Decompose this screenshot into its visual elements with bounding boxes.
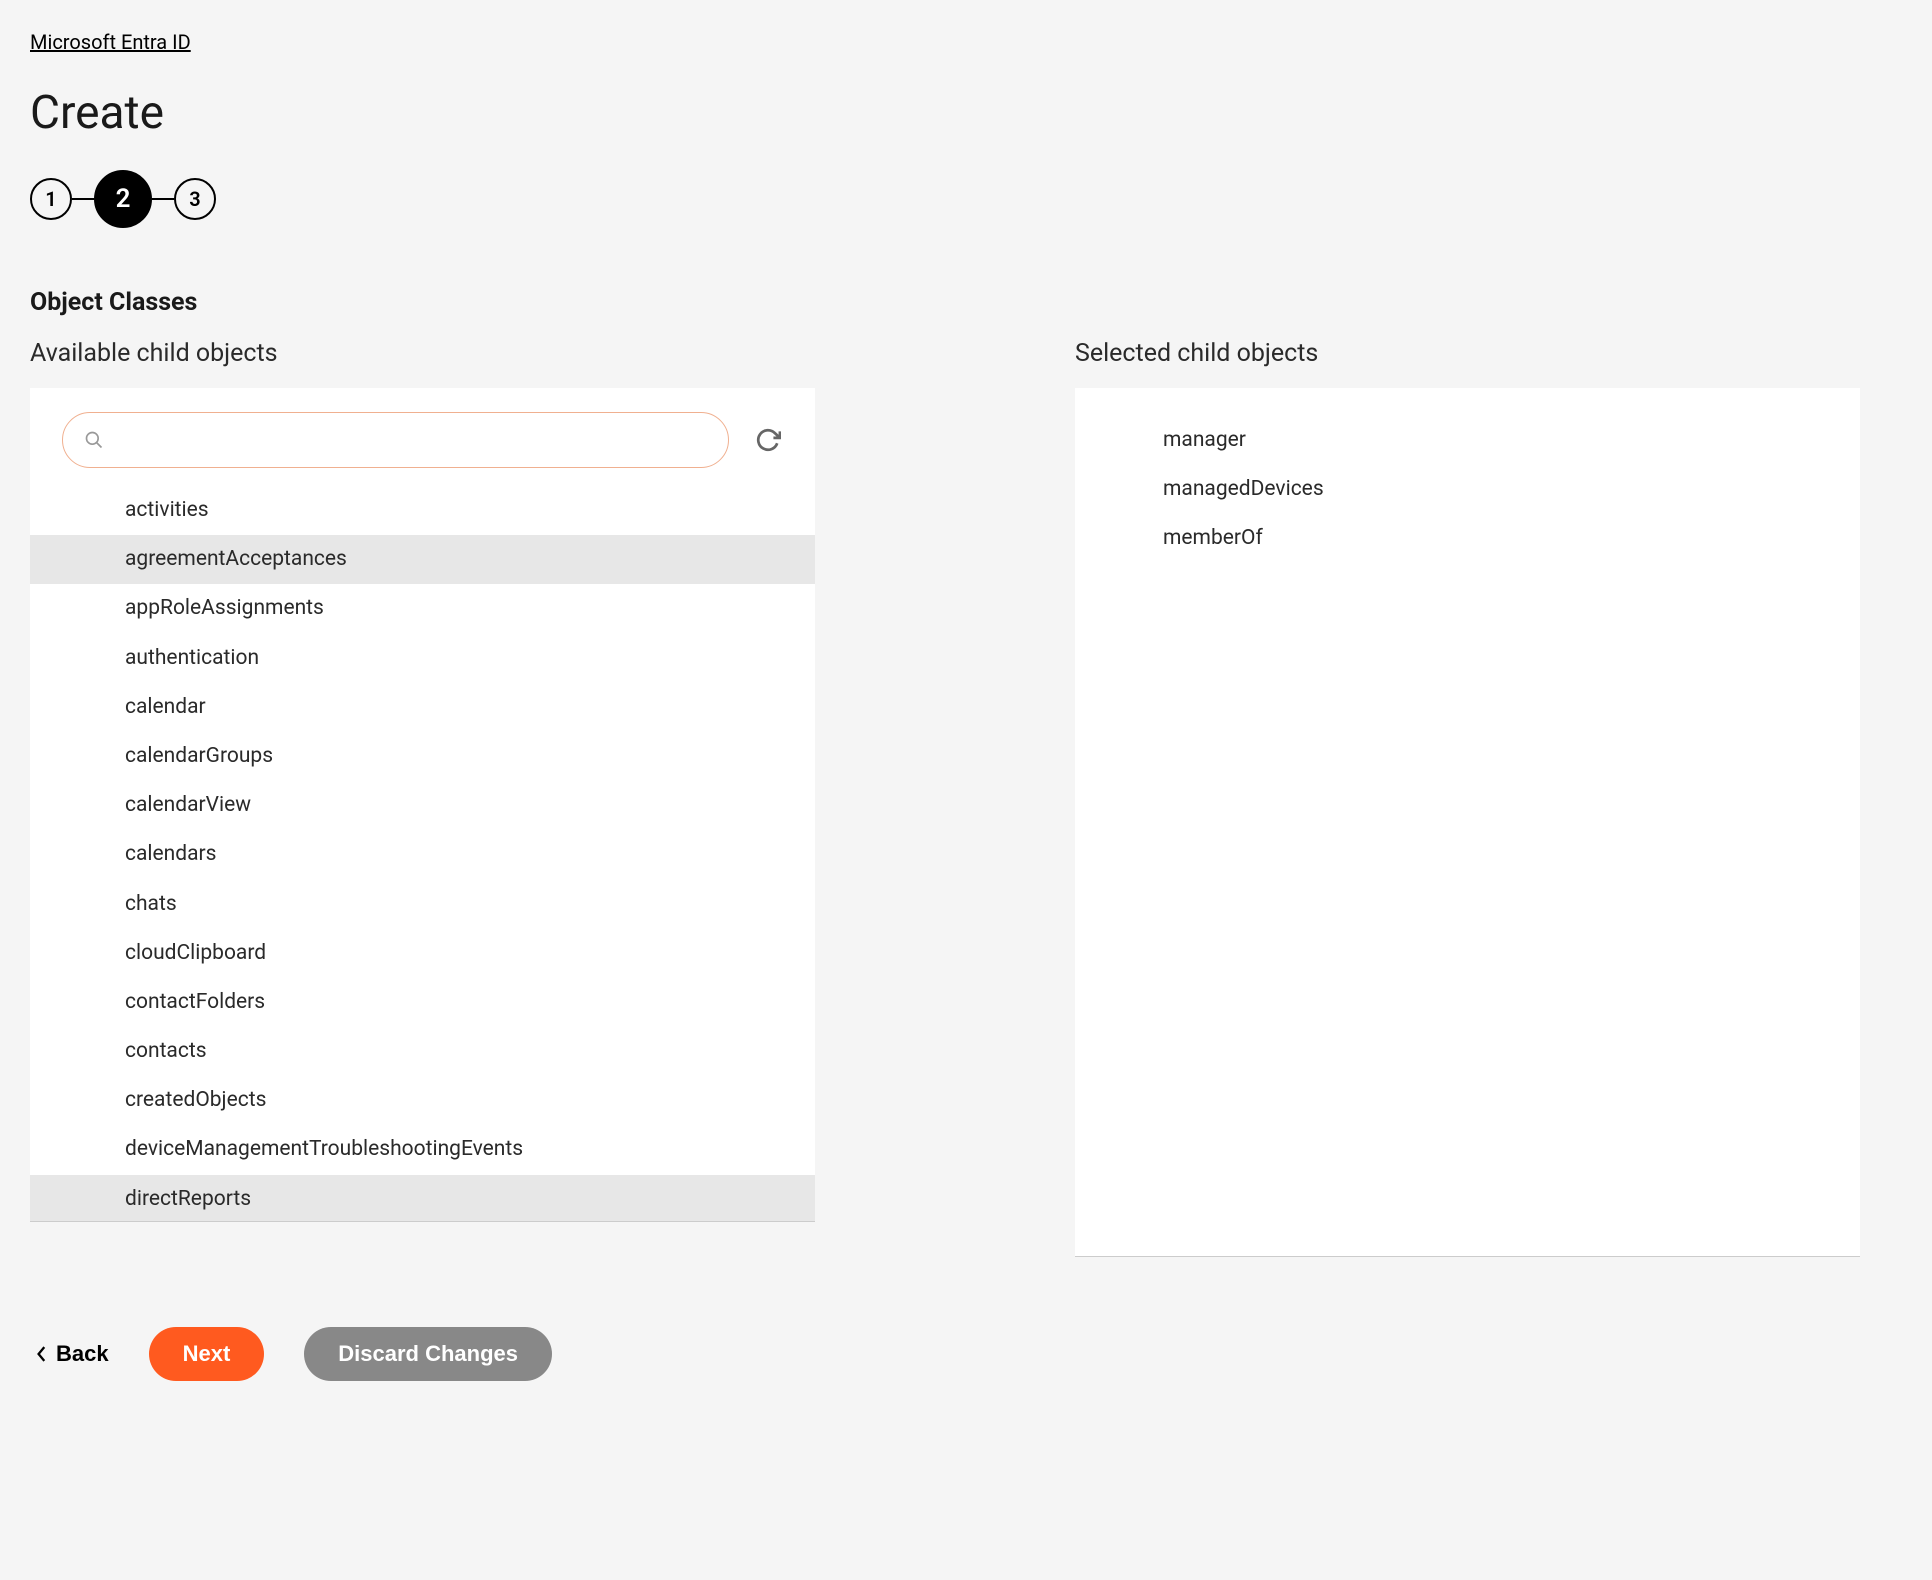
available-item[interactable]: createdObjects	[30, 1076, 815, 1125]
available-item[interactable]: deviceManagementTroubleshootingEvents	[30, 1125, 815, 1174]
available-item[interactable]: calendar	[30, 683, 815, 732]
available-list[interactable]: activitiesagreementAcceptancesappRoleAss…	[30, 486, 815, 1221]
selected-panel: managermanagedDevicesmemberOf	[1075, 388, 1860, 1257]
chevron-left-icon	[36, 1346, 48, 1362]
available-item[interactable]: calendars	[30, 830, 815, 879]
available-item[interactable]: contactFolders	[30, 978, 815, 1027]
selected-item[interactable]: managedDevices	[1075, 465, 1860, 514]
selected-item[interactable]: memberOf	[1075, 514, 1860, 563]
section-title: Object Classes	[30, 288, 1902, 317]
discard-button[interactable]: Discard Changes	[304, 1327, 552, 1381]
available-item[interactable]: calendarGroups	[30, 732, 815, 781]
step-line	[152, 198, 174, 200]
selected-header: Selected child objects	[1075, 339, 1860, 368]
available-item[interactable]: activities	[30, 486, 815, 535]
step-line	[72, 198, 94, 200]
breadcrumb-link[interactable]: Microsoft Entra ID	[30, 30, 191, 54]
available-item[interactable]: authentication	[30, 634, 815, 683]
page-title: Create	[30, 86, 1902, 140]
refresh-button[interactable]	[749, 421, 787, 459]
stepper: 1 2 3	[30, 170, 1902, 228]
back-label: Back	[56, 1341, 109, 1367]
selected-item[interactable]: manager	[1075, 416, 1860, 465]
refresh-icon	[755, 427, 781, 453]
next-button[interactable]: Next	[149, 1327, 265, 1381]
available-item[interactable]: agreementAcceptances	[30, 535, 815, 584]
step-3[interactable]: 3	[174, 178, 216, 220]
available-item[interactable]: calendarView	[30, 781, 815, 830]
available-item[interactable]: directReports	[30, 1175, 815, 1221]
selected-list[interactable]: managermanagedDevicesmemberOf	[1075, 416, 1860, 1256]
step-2[interactable]: 2	[94, 170, 152, 228]
search-input[interactable]	[62, 412, 729, 468]
available-panel: activitiesagreementAcceptancesappRoleAss…	[30, 388, 815, 1222]
available-item[interactable]: appRoleAssignments	[30, 584, 815, 633]
available-item[interactable]: chats	[30, 880, 815, 929]
available-header: Available child objects	[30, 339, 815, 368]
step-1[interactable]: 1	[30, 178, 72, 220]
back-button[interactable]: Back	[36, 1341, 109, 1367]
available-item[interactable]: cloudClipboard	[30, 929, 815, 978]
available-item[interactable]: contacts	[30, 1027, 815, 1076]
